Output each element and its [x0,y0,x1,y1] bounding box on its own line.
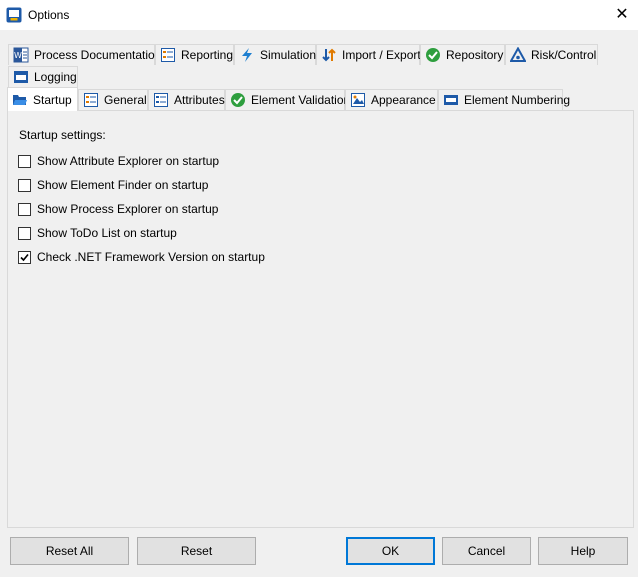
attributes-list-icon [154,93,168,107]
tab-import-export[interactable]: Import / Export [316,44,421,65]
tab-label: Appearance [371,93,436,107]
startup-tab-panel [7,110,634,528]
option-check-net-framework[interactable]: Check .NET Framework Version on startup [18,249,265,265]
import-export-arrows-icon [322,48,336,62]
tab-attributes[interactable]: Attributes [148,89,225,110]
tab-simulation[interactable]: Simulation [234,44,316,65]
option-show-element-finder[interactable]: Show Element Finder on startup [18,177,208,193]
reset-button[interactable]: Reset [137,537,256,565]
word-document-icon: W [13,47,29,63]
option-label: Show Process Explorer on startup [37,202,219,216]
help-button[interactable]: Help [538,537,628,565]
checkbox[interactable] [18,202,31,216]
tab-startup[interactable]: Startup [7,87,78,111]
tab-label: General [104,93,147,107]
option-label: Show Attribute Explorer on startup [37,154,220,168]
option-label: Show ToDo List on startup [37,226,177,240]
tab-risk-control[interactable]: Risk/Control [505,44,598,65]
risk-triangle-icon [510,47,526,62]
title-bar: Options ✕ [0,0,638,30]
option-show-todo-list[interactable]: Show ToDo List on startup [18,225,177,241]
tab-reporting[interactable]: Reporting [155,44,234,65]
checkbox[interactable] [18,154,31,168]
report-list-icon [161,48,175,62]
tab-label: Logging [34,70,77,84]
tab-element-numbering[interactable]: Element Numbering [438,89,570,110]
tab-label: Process Documentation [34,48,162,62]
tab-label: Element Validation [251,93,351,107]
ok-button[interactable]: OK [346,537,435,565]
checkbox[interactable] [18,226,31,240]
close-icon[interactable]: ✕ [606,2,638,28]
tab-label: Simulation [260,48,317,62]
folder-open-icon [13,94,27,105]
general-list-icon [84,93,98,107]
checkbox-checked[interactable] [18,250,31,264]
tab-general[interactable]: General [78,89,148,110]
reset-all-button[interactable]: Reset All [10,537,129,565]
window-title: Options [28,8,70,22]
option-show-process-explorer[interactable]: Show Process Explorer on startup [18,201,218,217]
logging-window-icon [14,71,28,83]
tab-logging[interactable]: Logging [8,66,78,87]
tab-label: Repository [446,48,504,62]
option-label: Show Element Finder on startup [37,178,209,192]
tab-appearance[interactable]: Appearance [345,89,438,110]
tab-label: Import / Export [342,48,421,62]
numbering-icon [444,95,458,105]
tab-label: Element Numbering [464,93,571,107]
appearance-icon [351,93,365,107]
tab-repository[interactable]: Repository [420,44,505,65]
svg-text:W: W [14,51,22,60]
tab-label: Reporting [181,48,234,62]
cancel-button[interactable]: Cancel [442,537,531,565]
app-icon [6,7,22,23]
tab-label: Risk/Control [531,48,597,62]
tab-element-validation[interactable]: Element Validation [225,89,350,110]
option-show-attribute-explorer[interactable]: Show Attribute Explorer on startup [18,153,219,169]
section-label: Startup settings: [19,128,106,142]
tab-process-documentation[interactable]: W Process Documentation [8,44,161,65]
checkmark-icon [20,253,29,261]
validation-check-icon [231,93,245,107]
option-label: Check .NET Framework Version on startup [37,250,265,264]
tab-label: Startup [33,92,72,107]
green-check-icon [426,48,440,62]
lightning-icon [242,48,252,62]
checkbox[interactable] [18,178,31,192]
tab-label: Attributes [174,93,225,107]
